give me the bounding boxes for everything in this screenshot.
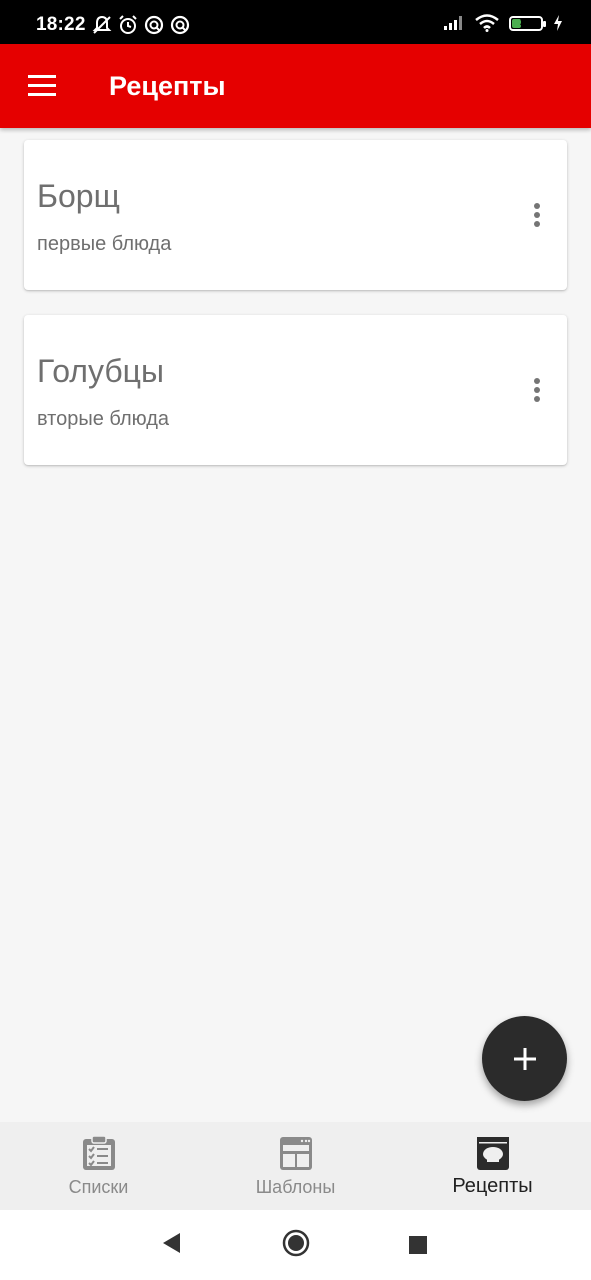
- recipe-category: вторые блюда: [37, 408, 170, 430]
- menu-button[interactable]: [20, 66, 64, 106]
- status-bar: 18:22 35: [0, 0, 591, 44]
- recipe-book-icon: [476, 1137, 509, 1170]
- more-vert-icon: [534, 378, 540, 402]
- battery-level: 35: [519, 17, 533, 29]
- nav-item-lists[interactable]: Списки: [0, 1122, 197, 1210]
- nav-label-recipes: Рецепты: [452, 1175, 533, 1197]
- recents-icon[interactable]: [408, 1235, 428, 1255]
- status-icons-left: [92, 15, 190, 35]
- nav-item-recipes[interactable]: Рецепты: [394, 1122, 591, 1210]
- recipe-category: первые блюда: [37, 233, 172, 255]
- more-options-button[interactable]: [517, 371, 557, 411]
- back-icon[interactable]: [160, 1230, 182, 1256]
- bottom-navigation: Списки Шаблоны Рецепты: [0, 1122, 591, 1210]
- status-icons-right: 35: [443, 14, 563, 32]
- recipe-card[interactable]: Голубцы вторые блюда: [24, 315, 567, 465]
- app-bar: Рецепты: [0, 44, 591, 128]
- checklist-icon: [82, 1135, 115, 1170]
- recipe-title: Голубцы: [37, 353, 164, 389]
- template-icon: [279, 1137, 312, 1170]
- wifi-icon: [475, 14, 499, 32]
- nav-label-lists: Списки: [68, 1177, 129, 1197]
- recipe-title: Борщ: [37, 178, 120, 214]
- app-notification-icon: [170, 15, 190, 35]
- system-navigation-bar: [0, 1210, 591, 1280]
- status-time: 18:22: [36, 14, 86, 35]
- battery-icon: 35: [509, 15, 546, 31]
- home-icon[interactable]: [282, 1229, 310, 1257]
- page-title: Рецепты: [109, 71, 226, 101]
- more-options-button[interactable]: [517, 196, 557, 236]
- app-notification-icon: [144, 15, 164, 35]
- nav-item-templates[interactable]: Шаблоны: [197, 1122, 394, 1210]
- charging-icon: [554, 15, 562, 31]
- add-recipe-button[interactable]: [482, 1016, 567, 1101]
- menu-icon: [28, 75, 56, 96]
- nav-label-templates: Шаблоны: [255, 1177, 336, 1197]
- more-vert-icon: [534, 203, 540, 227]
- signal-icon: [444, 16, 462, 30]
- recipe-card[interactable]: Борщ первые блюда: [24, 140, 567, 290]
- alarm-icon: [119, 15, 137, 34]
- plus-icon: [513, 1047, 536, 1070]
- notifications-off-icon: [92, 15, 112, 34]
